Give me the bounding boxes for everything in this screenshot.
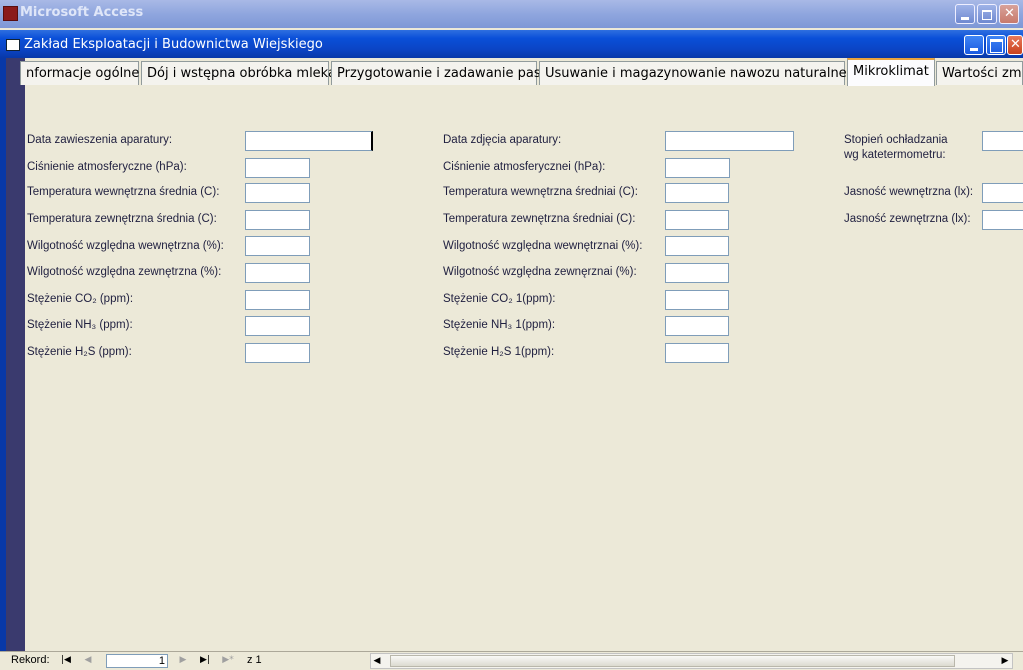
temp-wewn-1-field[interactable] [665, 183, 729, 203]
app-title-bar [0, 0, 1023, 28]
label-wilg-zewn-1: Wilgotność względna zewnęrznai (%): [443, 266, 637, 278]
label-stopien-line2: wg katetermometru: [844, 149, 946, 161]
stopien-ochladzania-field[interactable] [982, 131, 1023, 151]
record-label: Rekord: [11, 654, 50, 666]
maximize-icon [990, 39, 1003, 53]
scroll-right-icon[interactable]: ▶ [998, 654, 1012, 668]
form-title: Zakład Eksploatacji i Budownictwa Wiejsk… [24, 37, 323, 52]
nh3-field[interactable] [245, 316, 310, 336]
form-icon [6, 39, 20, 51]
app-title: Microsoft Access [20, 5, 144, 20]
label-jasnosc-zewn: Jasność zewnętrzna (lx): [844, 213, 971, 225]
tab-informacje-ogolne[interactable]: nformacje ogólne [20, 61, 139, 85]
window-border [0, 58, 6, 651]
tab-mikroklimat[interactable]: Mikroklimat [847, 58, 935, 87]
tab-pasze[interactable]: Przygotowanie i zadawanie pasz [331, 61, 547, 85]
scroll-left-icon[interactable]: ◀ [370, 654, 384, 668]
next-record-icon[interactable]: ▶ [174, 653, 192, 668]
label-temp-zewn: Temperatura zewnętrzna średnia (C): [27, 213, 217, 225]
first-record-icon[interactable]: |◀ [57, 653, 75, 668]
record-number-field[interactable]: 1 [106, 654, 168, 668]
app-restore-button[interactable] [977, 4, 997, 24]
label-temp-zewn-1: Temperatura zewnętrzna średniai (C): [443, 213, 636, 225]
label-co2-1: Stężenie CO₂ 1(ppm): [443, 293, 556, 305]
form-maximize-button[interactable] [986, 35, 1006, 55]
prev-record-icon[interactable]: ◀ [79, 653, 97, 668]
label-stopien-line1: Stopień ochładzania [844, 134, 948, 146]
label-data-zdjecia: Data zdjęcia aparatury: [443, 134, 562, 146]
wilg-zewn-field[interactable] [245, 263, 310, 283]
label-wilg-wewn: Wilgotność względna wewnętrzna (%): [27, 240, 224, 252]
label-co2: Stężenie CO₂ (ppm): [27, 293, 134, 305]
label-cisnienie: Ciśnienie atmosferyczne (hPa): [27, 161, 187, 173]
minimize-icon [961, 17, 969, 20]
jasnosc-zewn-field[interactable] [982, 210, 1023, 230]
wilg-wewn-1-field[interactable] [665, 236, 729, 256]
tab-wartosci[interactable]: Wartości zm [936, 61, 1023, 85]
label-h2s: Stężenie H₂S (ppm): [27, 346, 132, 358]
close-icon: ✕ [1004, 6, 1015, 21]
minimize-icon [970, 48, 978, 51]
data-zawieszenia-field[interactable] [245, 131, 373, 151]
label-nh3: Stężenie NH₃ (ppm): [27, 319, 133, 331]
tab-doj[interactable]: Dój i wstępna obróbka mleka [141, 61, 336, 85]
label-data-zawieszenia: Data zawieszenia aparatury: [27, 134, 173, 146]
label-h2s-1: Stężenie H₂S 1(ppm): [443, 346, 555, 358]
label-wilg-zewn: Wilgotność względna zewnętrzna (%): [27, 266, 222, 278]
cisnienie-field[interactable] [245, 158, 310, 178]
form-close-button[interactable]: ✕ [1007, 35, 1023, 55]
scrollbar-thumb[interactable] [390, 655, 955, 667]
jasnosc-wewn-field[interactable] [982, 183, 1023, 203]
record-count-label: z 1 [247, 654, 262, 666]
temp-zewn-field[interactable] [245, 210, 310, 230]
data-zdjecia-field[interactable] [665, 131, 794, 151]
nh3-1-field[interactable] [665, 316, 729, 336]
cisnienie-1-field[interactable] [665, 158, 730, 178]
h2s-1-field[interactable] [665, 343, 729, 363]
form-minimize-button[interactable] [964, 35, 984, 55]
app-minimize-button[interactable] [955, 4, 975, 24]
label-nh3-1: Stężenie NH₃ 1(ppm): [443, 319, 556, 331]
wilg-zewn-1-field[interactable] [665, 263, 729, 283]
new-record-icon[interactable]: ▶* [219, 653, 237, 668]
h2s-field[interactable] [245, 343, 310, 363]
temp-wewn-field[interactable] [245, 183, 310, 203]
app-close-button[interactable]: ✕ [999, 4, 1019, 24]
label-temp-wewn-1: Temperatura wewnętrzna średniai (C): [443, 186, 638, 198]
restore-icon [982, 10, 992, 20]
label-cisnienie-1: Ciśnienie atmosferycznei (hPa): [443, 161, 606, 173]
label-jasnosc-wewn: Jasność wewnętrzna (lx): [844, 186, 974, 198]
access-key-icon [3, 6, 18, 21]
close-icon: ✕ [1010, 37, 1021, 52]
tab-nawoz[interactable]: Usuwanie i magazynowanie nawozu naturaln… [539, 61, 863, 85]
last-record-icon[interactable]: ▶| [196, 653, 214, 668]
co2-field[interactable] [245, 290, 310, 310]
temp-zewn-1-field[interactable] [665, 210, 729, 230]
wilg-wewn-field[interactable] [245, 236, 310, 256]
label-wilg-wewn-1: Wilgotność względna wewnętrznai (%): [443, 240, 643, 252]
co2-1-field[interactable] [665, 290, 729, 310]
label-temp-wewn: Temperatura wewnętrzna średnia (C): [27, 186, 220, 198]
